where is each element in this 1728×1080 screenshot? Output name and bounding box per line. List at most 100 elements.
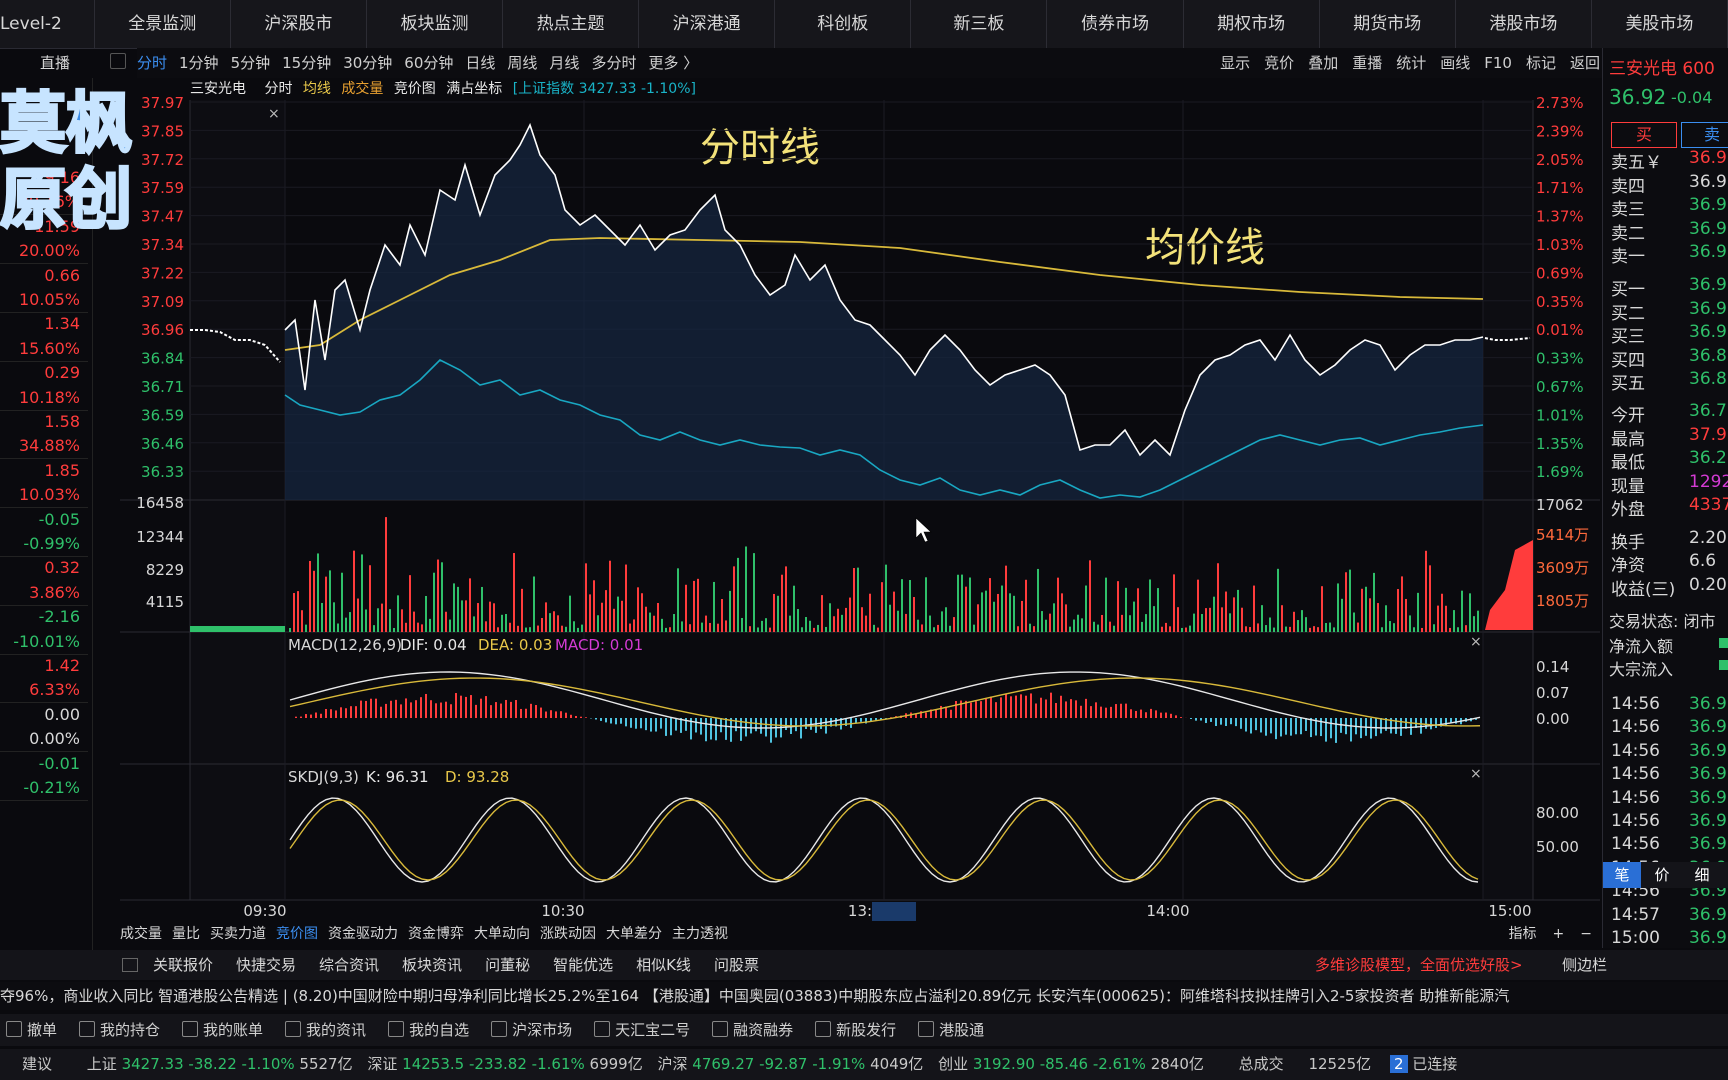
volume-bar bbox=[1469, 593, 1471, 632]
volume-bar bbox=[1325, 623, 1327, 632]
indicator-tab[interactable]: 竞价图 bbox=[276, 926, 318, 942]
info-tab[interactable]: 板块资讯 bbox=[402, 956, 462, 974]
indicator-tab[interactable]: 买卖力道 bbox=[210, 926, 266, 942]
intraday-chart[interactable]: 37.97 37.85 37.72 37.59 37.47 37.34 37.22 37.09… bbox=[0, 0, 1728, 1080]
indicator-tab[interactable]: 涨跌动因 bbox=[540, 926, 596, 942]
tick-view-tab[interactable]: 细 bbox=[1683, 862, 1721, 888]
volume-bar bbox=[449, 619, 451, 632]
suggest-label[interactable]: 建议 bbox=[22, 1055, 52, 1073]
action-item[interactable]: 我的持仓 bbox=[79, 1014, 160, 1047]
indicator-tab[interactable]: 主力透视 bbox=[672, 926, 728, 942]
volume-bar bbox=[1021, 600, 1023, 632]
info-tab-toggle-icon[interactable] bbox=[122, 958, 138, 972]
volume-bar bbox=[1217, 563, 1219, 632]
action-item[interactable]: 天汇宝二号 bbox=[594, 1014, 690, 1047]
macd-bar bbox=[470, 695, 472, 718]
macd-bar bbox=[670, 718, 672, 736]
action-item[interactable]: 沪深市场 bbox=[491, 1014, 572, 1047]
info-tab[interactable]: 关联报价 bbox=[153, 956, 213, 974]
volume-bar bbox=[637, 587, 639, 632]
cy-index-label: 创业 bbox=[938, 1055, 969, 1073]
macd-bar bbox=[1145, 712, 1147, 718]
macd-bar bbox=[515, 700, 517, 718]
macd-bar bbox=[950, 709, 952, 718]
macd-bar bbox=[1320, 718, 1322, 737]
indicator-tab[interactable]: 资金驱动力 bbox=[328, 926, 398, 942]
skdj-close-icon[interactable]: × bbox=[1470, 766, 1482, 782]
info-tab[interactable]: 综合资讯 bbox=[319, 956, 379, 974]
sell-button[interactable]: 卖 bbox=[1681, 122, 1728, 148]
volume-bar bbox=[681, 621, 683, 632]
volume-bar bbox=[357, 598, 359, 632]
indicator-tab[interactable]: 量比 bbox=[172, 926, 200, 942]
action-item[interactable]: 新股发行 bbox=[815, 1014, 896, 1047]
action-icon bbox=[79, 1021, 96, 1037]
action-item[interactable]: 我的账单 bbox=[182, 1014, 263, 1047]
volume-bar bbox=[1157, 588, 1159, 632]
total-amount-label: 总成交 bbox=[1238, 1055, 1284, 1073]
volume-bar bbox=[1025, 579, 1027, 632]
macd-bar bbox=[510, 701, 512, 718]
info-tab[interactable]: 快捷交易 bbox=[236, 956, 296, 974]
action-item[interactable]: 撤单 bbox=[6, 1014, 57, 1047]
volume-bar bbox=[509, 622, 511, 632]
volume-bar bbox=[429, 618, 431, 632]
indicator-tab[interactable]: 资金博弈 bbox=[408, 926, 464, 942]
macd-bar bbox=[1450, 718, 1452, 723]
volume-bar bbox=[1377, 603, 1379, 632]
tick-view-tab[interactable]: 价 bbox=[1643, 862, 1681, 888]
volume-bar bbox=[1049, 613, 1051, 632]
macd-bar bbox=[1035, 703, 1037, 718]
volume-bar bbox=[913, 597, 915, 632]
sidebar-toggle[interactable]: 侧边栏 bbox=[1562, 950, 1607, 980]
volume-bar bbox=[977, 604, 979, 632]
volume-bar bbox=[341, 572, 343, 632]
tick-view-tab[interactable]: 笔 bbox=[1603, 862, 1641, 888]
volume-bar bbox=[361, 554, 363, 632]
volume-bar bbox=[905, 613, 907, 632]
macd-bar bbox=[1215, 718, 1217, 727]
indicator-tab[interactable]: 大单差分 bbox=[606, 926, 662, 942]
macd-close-icon[interactable]: × bbox=[1470, 634, 1482, 650]
macd-bar bbox=[620, 718, 622, 724]
pct-axis-label: 1.69% bbox=[1536, 463, 1584, 481]
indicator-tool[interactable]: + bbox=[1553, 926, 1565, 942]
status-bar: 建议 上证 3427.33 -38.22 -1.10% 5527亿 深证 142… bbox=[0, 1049, 1728, 1080]
indicator-tab[interactable]: 大单动向 bbox=[474, 926, 530, 942]
volume-bar bbox=[789, 615, 791, 632]
volume-bar bbox=[1089, 560, 1091, 632]
auction-close-icon[interactable]: × bbox=[268, 106, 280, 122]
cy-index-amt: 2840亿 bbox=[1150, 1055, 1204, 1073]
action-item[interactable]: 港股通 bbox=[918, 1014, 984, 1047]
volume-bar bbox=[677, 568, 679, 632]
info-tab[interactable]: 相似K线 bbox=[636, 956, 691, 974]
macd-bar bbox=[440, 702, 442, 718]
action-item[interactable]: 我的自选 bbox=[388, 1014, 469, 1047]
promo-text[interactable]: 多维诊股模型，全面优选好股> bbox=[1315, 950, 1523, 980]
macd-bar bbox=[785, 718, 787, 731]
macd-bar bbox=[1435, 718, 1437, 728]
volume-axis-label: 12344 bbox=[136, 528, 184, 546]
indicator-tool[interactable]: − bbox=[1580, 926, 1592, 942]
volume-bar bbox=[453, 583, 455, 632]
macd-bar bbox=[465, 696, 467, 718]
volume-bar bbox=[1081, 618, 1083, 632]
macd-bar bbox=[1130, 709, 1132, 718]
quote-stat-value: 43376 bbox=[1689, 495, 1728, 515]
volume-bar bbox=[893, 591, 895, 632]
volume-bar bbox=[1105, 577, 1107, 632]
indicator-tool[interactable]: 指标 bbox=[1509, 926, 1537, 942]
info-tab[interactable]: 智能优选 bbox=[553, 956, 613, 974]
macd-bar bbox=[410, 702, 412, 718]
volume-bar bbox=[421, 624, 423, 632]
info-tab[interactable]: 问董秘 bbox=[485, 956, 530, 974]
news-ticker[interactable]: 夺96%，商业收入同比 智通港股公告精选 | (8.20)中国财险中期归母净利同… bbox=[0, 982, 1728, 1010]
volume-bar bbox=[853, 568, 855, 632]
action-item[interactable]: 我的资讯 bbox=[285, 1014, 366, 1047]
action-item[interactable]: 融资融券 bbox=[712, 1014, 793, 1047]
buy-button[interactable]: 买 bbox=[1611, 122, 1677, 148]
indicator-tab[interactable]: 成交量 bbox=[120, 926, 162, 942]
volume-bar bbox=[721, 599, 723, 632]
info-tab[interactable]: 问股票 bbox=[714, 956, 759, 974]
mouse-cursor-icon bbox=[915, 517, 932, 543]
